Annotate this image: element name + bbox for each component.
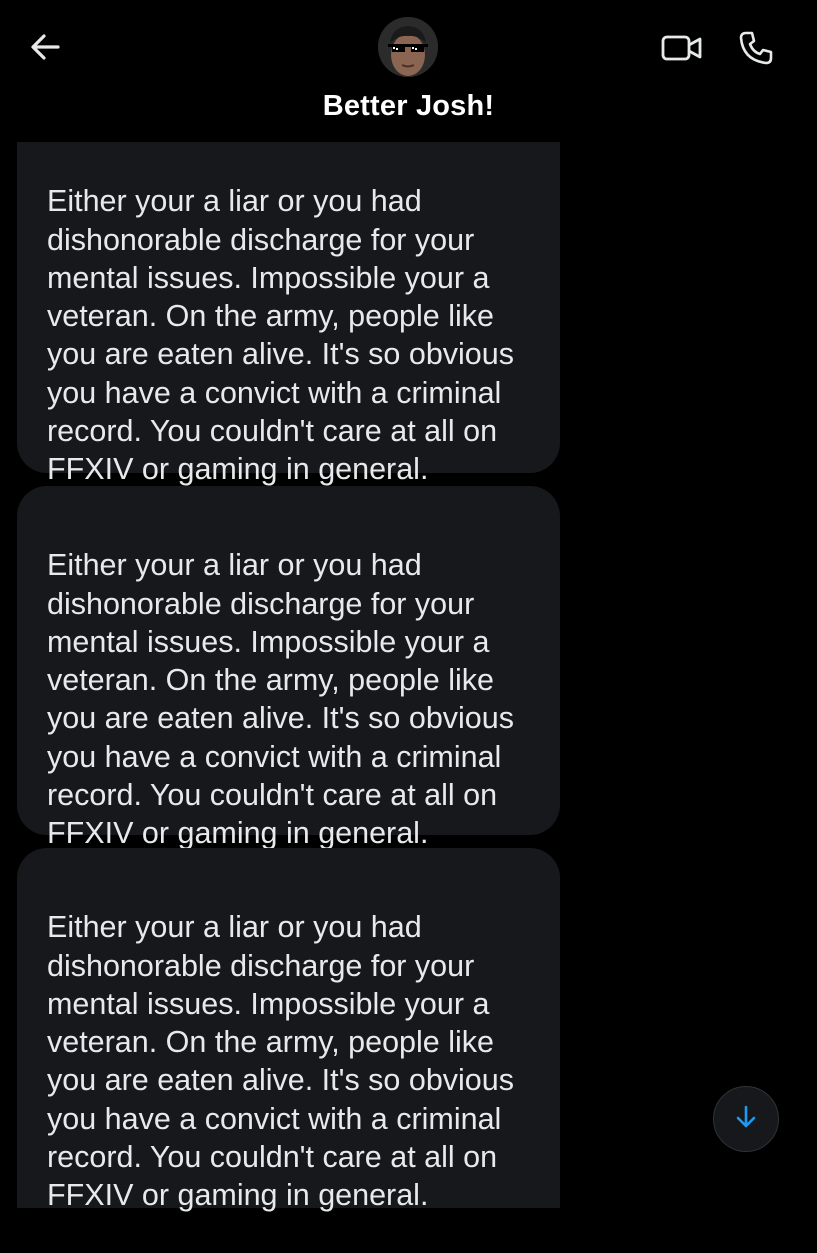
- conversation-header: Better Josh!: [0, 0, 817, 142]
- phone-icon: [737, 29, 775, 72]
- message-bubble[interactable]: Either your a liar or you had dishonorab…: [17, 486, 560, 850]
- back-button[interactable]: [22, 26, 68, 72]
- avatar[interactable]: [378, 17, 438, 77]
- message-text: Either your a liar or you had dishonorab…: [47, 910, 514, 1213]
- message-thread: Either your a liar or you had dishonorab…: [0, 0, 817, 1212]
- arrow-left-icon: [28, 30, 62, 69]
- scroll-to-bottom-button[interactable]: [713, 1086, 779, 1152]
- arrow-down-icon: [734, 1104, 758, 1135]
- video-call-button[interactable]: [660, 28, 704, 72]
- message-bubble[interactable]: Either your a liar or you had dishonorab…: [17, 848, 560, 1212]
- message-text: Either your a liar or you had dishonorab…: [47, 548, 514, 851]
- message-text: Either your a liar or you had dishonorab…: [47, 184, 514, 487]
- phone-call-button[interactable]: [734, 28, 778, 72]
- video-camera-icon: [661, 33, 703, 68]
- contact-name[interactable]: Better Josh!: [0, 90, 817, 123]
- message-bubble[interactable]: Either your a liar or you had dishonorab…: [17, 96, 560, 486]
